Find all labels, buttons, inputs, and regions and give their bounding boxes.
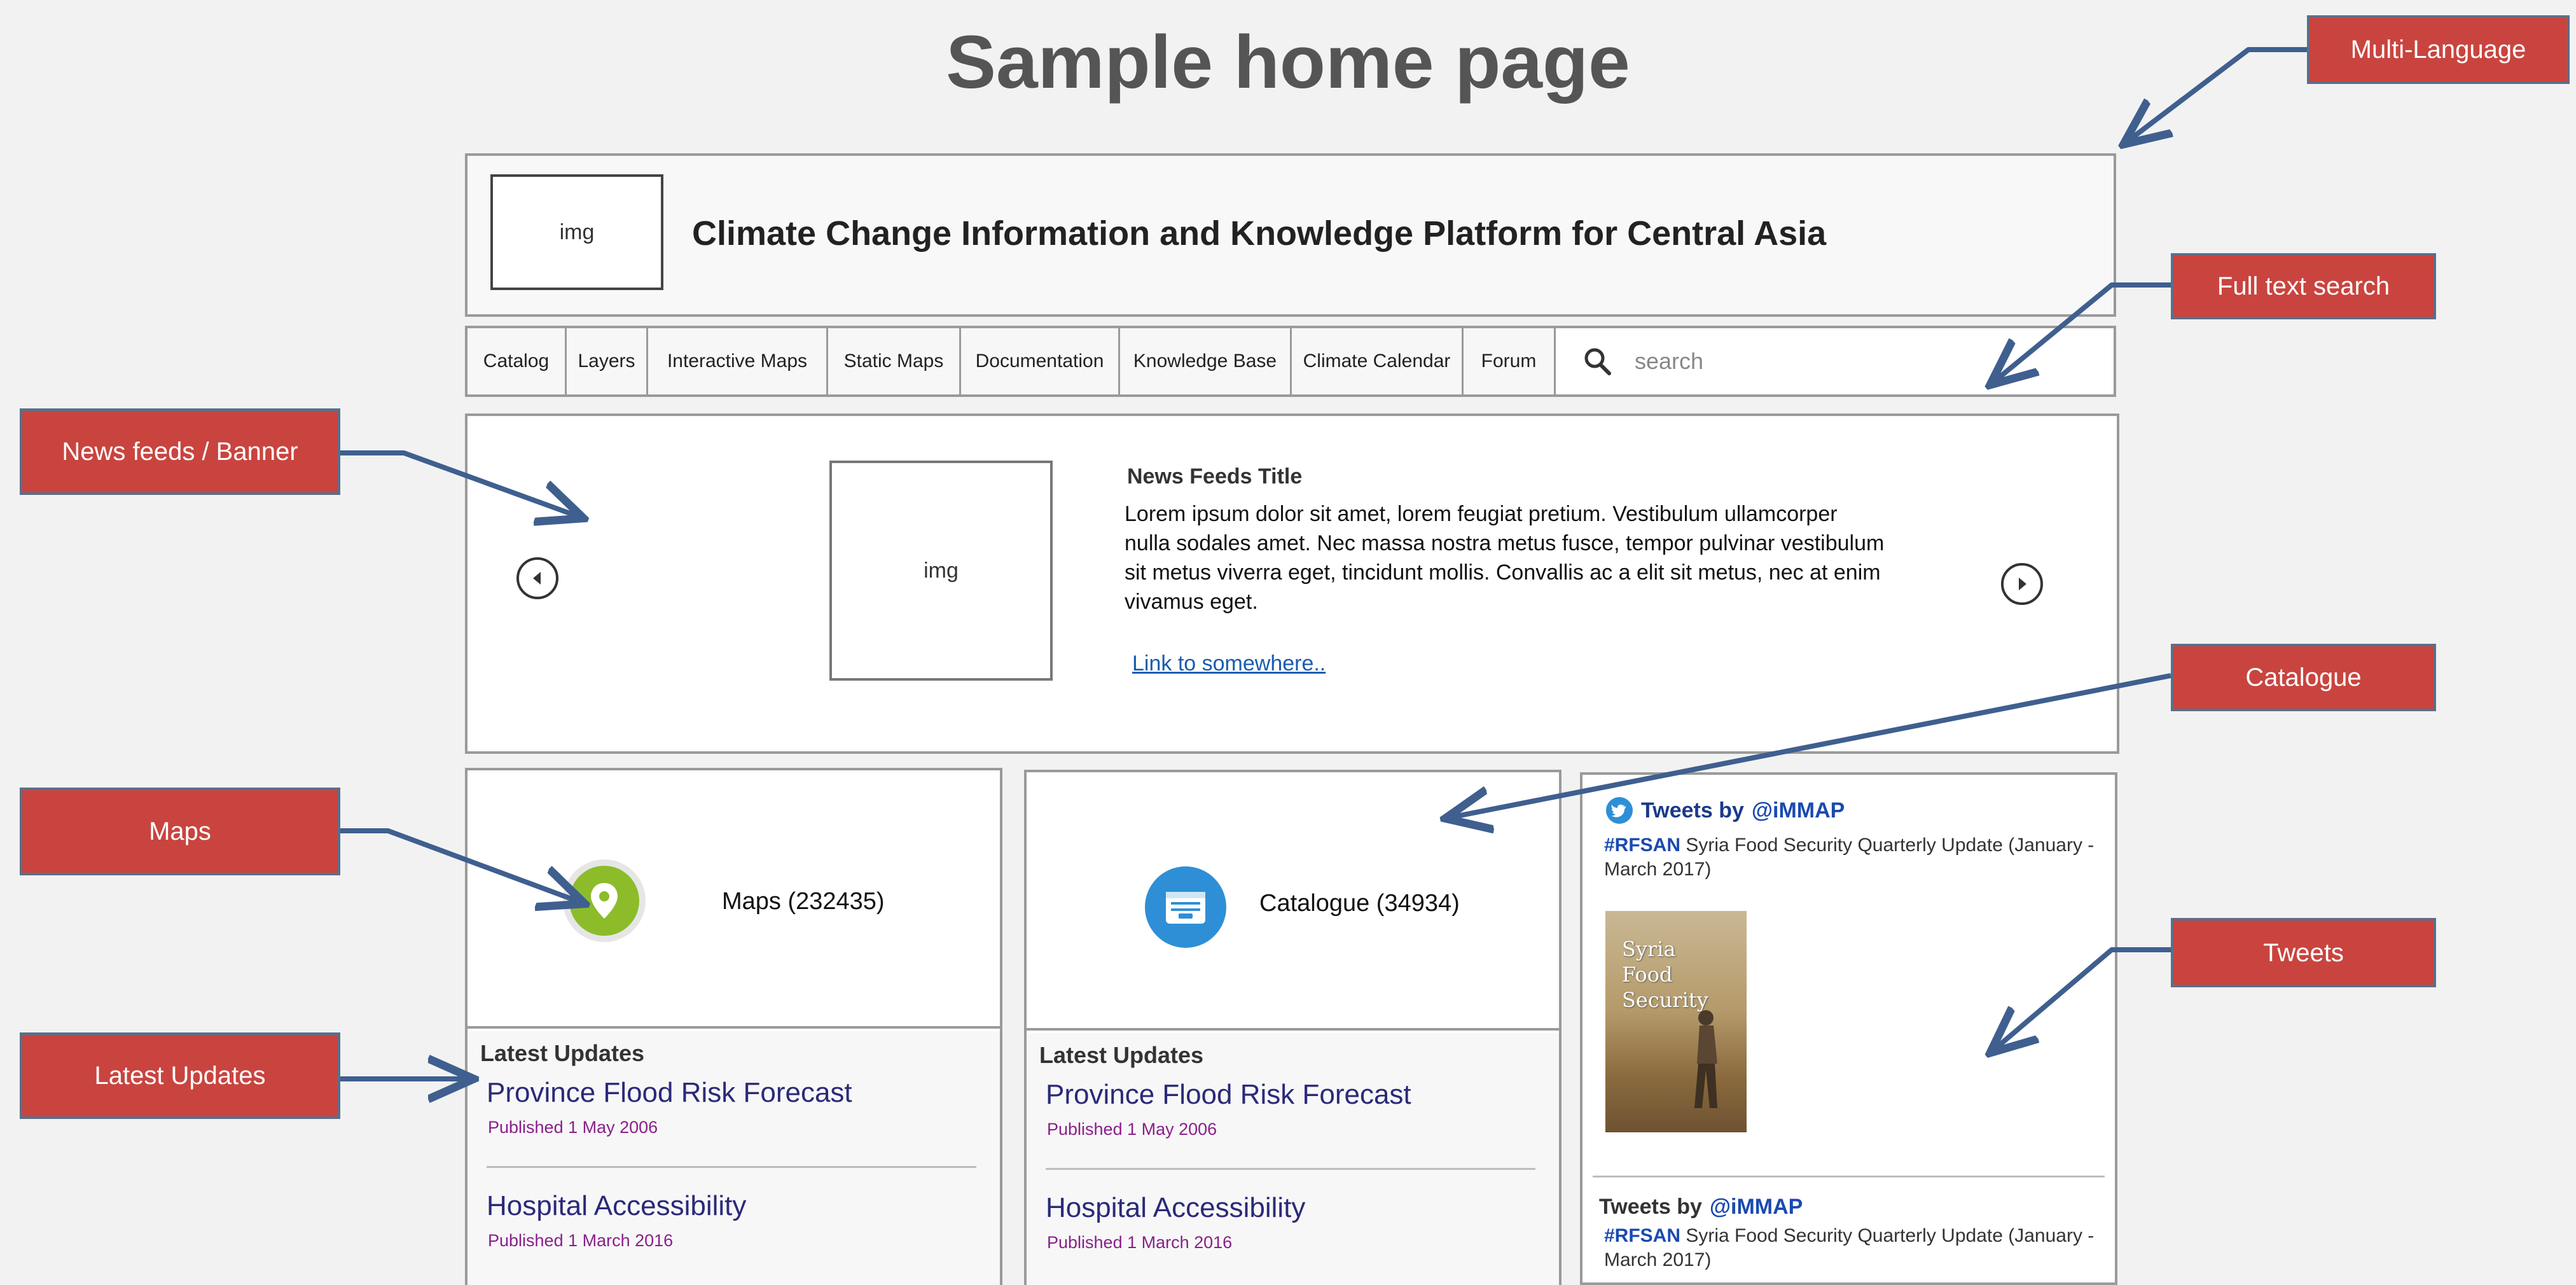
- nav-item-catalog[interactable]: Catalog: [467, 328, 567, 394]
- callout-catalogue: Catalogue: [2171, 644, 2436, 711]
- update-title[interactable]: Hospital Accessibility: [1046, 1192, 1305, 1224]
- tweet-by-label: Tweets by: [1599, 1195, 1702, 1219]
- catalogue-card: Catalogue (34934) Latest Updates Provinc…: [1024, 770, 1562, 1285]
- main-nav: Catalog Layers Interactive Maps Static M…: [465, 326, 2116, 397]
- maps-latest-updates: Latest Updates Province Flood Risk Forec…: [467, 1031, 1000, 1285]
- chevron-right-icon: [2019, 578, 2026, 590]
- tweet-hashtag[interactable]: #RFSAN: [1604, 835, 1680, 856]
- search-icon[interactable]: [1581, 345, 1614, 378]
- maps-card-summary[interactable]: Maps (232435): [467, 770, 1000, 1029]
- tweet-header: Tweets by @iMMAP: [1599, 1195, 1803, 1219]
- nav-item-knowledge-base[interactable]: Knowledge Base: [1120, 328, 1292, 394]
- page-title: Sample home page: [946, 20, 1630, 104]
- update-divider: [1046, 1168, 1535, 1170]
- maps-count-label: Maps (232435): [722, 888, 885, 915]
- callout-multi-language: Multi-Language: [2307, 15, 2570, 84]
- search-input[interactable]: [1635, 348, 2016, 375]
- banner-prev-button[interactable]: [516, 557, 558, 599]
- tweet-handle-link[interactable]: @iMMAP: [1752, 798, 1845, 823]
- update-divider: [487, 1166, 976, 1168]
- tweet-image-caption: Syria Food Security: [1622, 937, 1708, 1012]
- update-title[interactable]: Province Flood Risk Forecast: [487, 1077, 852, 1109]
- update-title[interactable]: Province Flood Risk Forecast: [1046, 1079, 1411, 1111]
- nav-item-static-maps[interactable]: Static Maps: [828, 328, 961, 394]
- search-bar: [1556, 328, 2114, 394]
- banner-image-placeholder: img: [829, 461, 1053, 681]
- banner-next-button[interactable]: [2001, 563, 2043, 605]
- latest-updates-heading: Latest Updates: [1039, 1042, 1204, 1068]
- twitter-bird-icon: [1606, 797, 1633, 824]
- update-date: Published 1 May 2006: [1047, 1120, 1217, 1139]
- update-date: Published 1 May 2006: [488, 1118, 658, 1137]
- callout-tweets: Tweets: [2171, 918, 2436, 987]
- farmer-figure-icon: [1694, 1010, 1717, 1108]
- callout-full-text-search: Full text search: [2171, 253, 2436, 319]
- latest-updates-heading: Latest Updates: [480, 1040, 645, 1066]
- callout-news-feeds: News feeds / Banner: [20, 408, 340, 495]
- archive-box-icon: [1145, 866, 1226, 948]
- tweet-header: Tweets by @iMMAP: [1605, 796, 1845, 824]
- news-feed-link[interactable]: Link to somewhere..: [1132, 651, 1326, 676]
- tweet-hashtag[interactable]: #RFSAN: [1604, 1225, 1680, 1246]
- catalogue-card-summary[interactable]: Catalogue (34934): [1027, 772, 1559, 1031]
- nav-item-forum[interactable]: Forum: [1464, 328, 1556, 394]
- maps-card: Maps (232435) Latest Updates Province Fl…: [465, 768, 1002, 1285]
- tweets-card: Tweets by @iMMAP #RFSAN Syria Food Secur…: [1580, 772, 2117, 1285]
- update-date: Published 1 March 2016: [1047, 1233, 1233, 1252]
- catalogue-latest-updates: Latest Updates Province Flood Risk Forec…: [1027, 1033, 1559, 1285]
- news-feed-title: News Feeds Title: [1127, 464, 1303, 489]
- map-pin-icon: [569, 866, 639, 936]
- update-date: Published 1 March 2016: [488, 1231, 674, 1250]
- nav-item-climate-calendar[interactable]: Climate Calendar: [1292, 328, 1464, 394]
- tweet-text: #RFSAN Syria Food Security Quarterly Upd…: [1604, 1224, 2107, 1272]
- logo-placeholder: img: [490, 174, 663, 290]
- tweet-by-label: Tweets by: [1641, 798, 1744, 823]
- callout-maps: Maps: [20, 788, 340, 875]
- nav-item-documentation[interactable]: Documentation: [961, 328, 1120, 394]
- nav-item-interactive-maps[interactable]: Interactive Maps: [648, 328, 828, 394]
- nav-item-layers[interactable]: Layers: [567, 328, 648, 394]
- update-title[interactable]: Hospital Accessibility: [487, 1190, 746, 1222]
- tweet-report-cover-image[interactable]: Syria Food Security: [1605, 911, 1747, 1132]
- tweet-handle-link[interactable]: @iMMAP: [1710, 1195, 1803, 1219]
- callout-latest-updates: Latest Updates: [20, 1032, 340, 1119]
- news-feed-body: Lorem ipsum dolor sit amet, lorem feugia…: [1125, 502, 1885, 614]
- catalogue-count-label: Catalogue (34934): [1259, 890, 1460, 917]
- tweet-text: #RFSAN Syria Food Security Quarterly Upd…: [1604, 833, 2107, 882]
- chevron-left-icon: [533, 572, 541, 585]
- platform-title: Climate Change Information and Knowledge…: [692, 214, 1827, 253]
- tweet-divider: [1593, 1176, 2105, 1177]
